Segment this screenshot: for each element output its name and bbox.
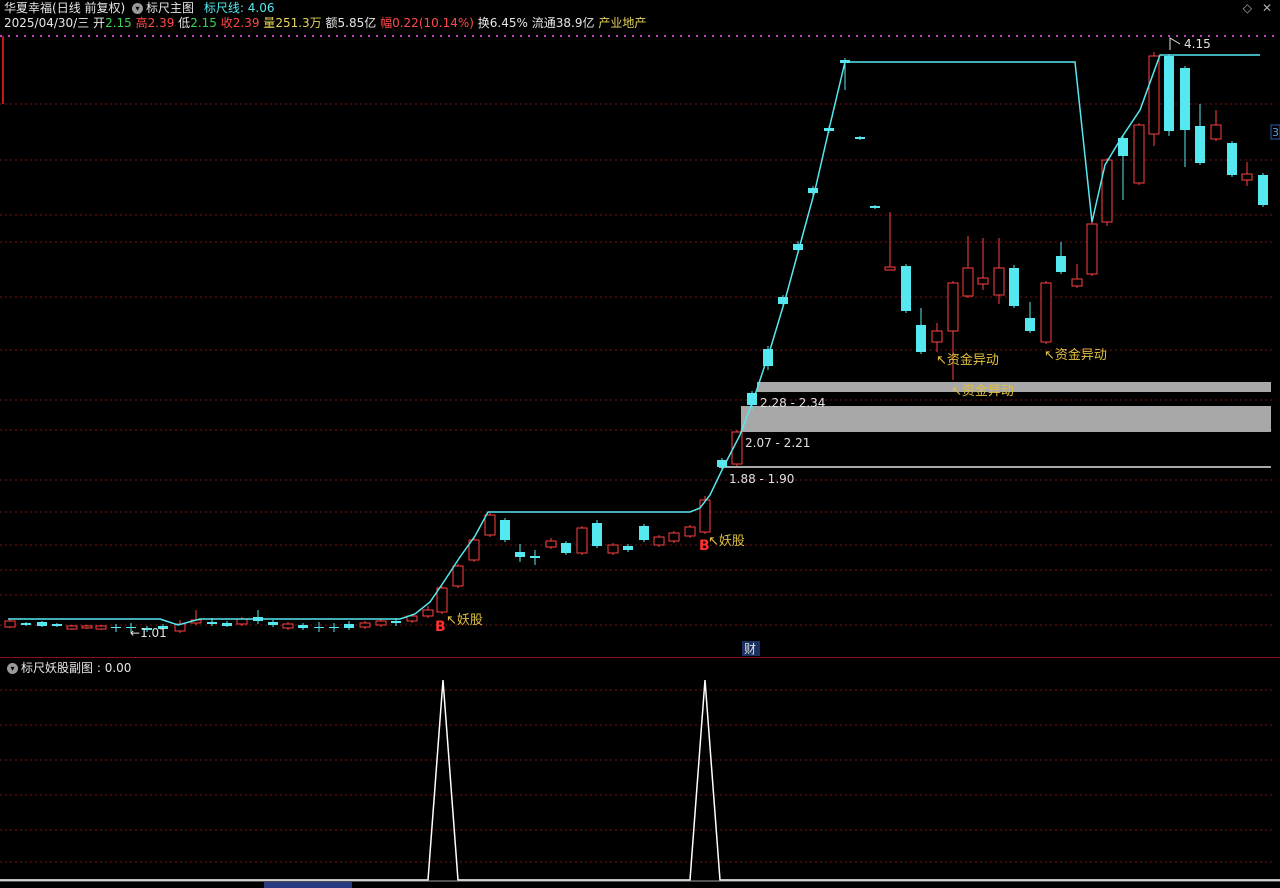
date-cursor-marker: [264, 882, 352, 888]
monster-signal-line: [0, 679, 1280, 881]
sub-grid-lines: [0, 689, 1272, 863]
sub-chart[interactable]: [0, 0, 1280, 888]
